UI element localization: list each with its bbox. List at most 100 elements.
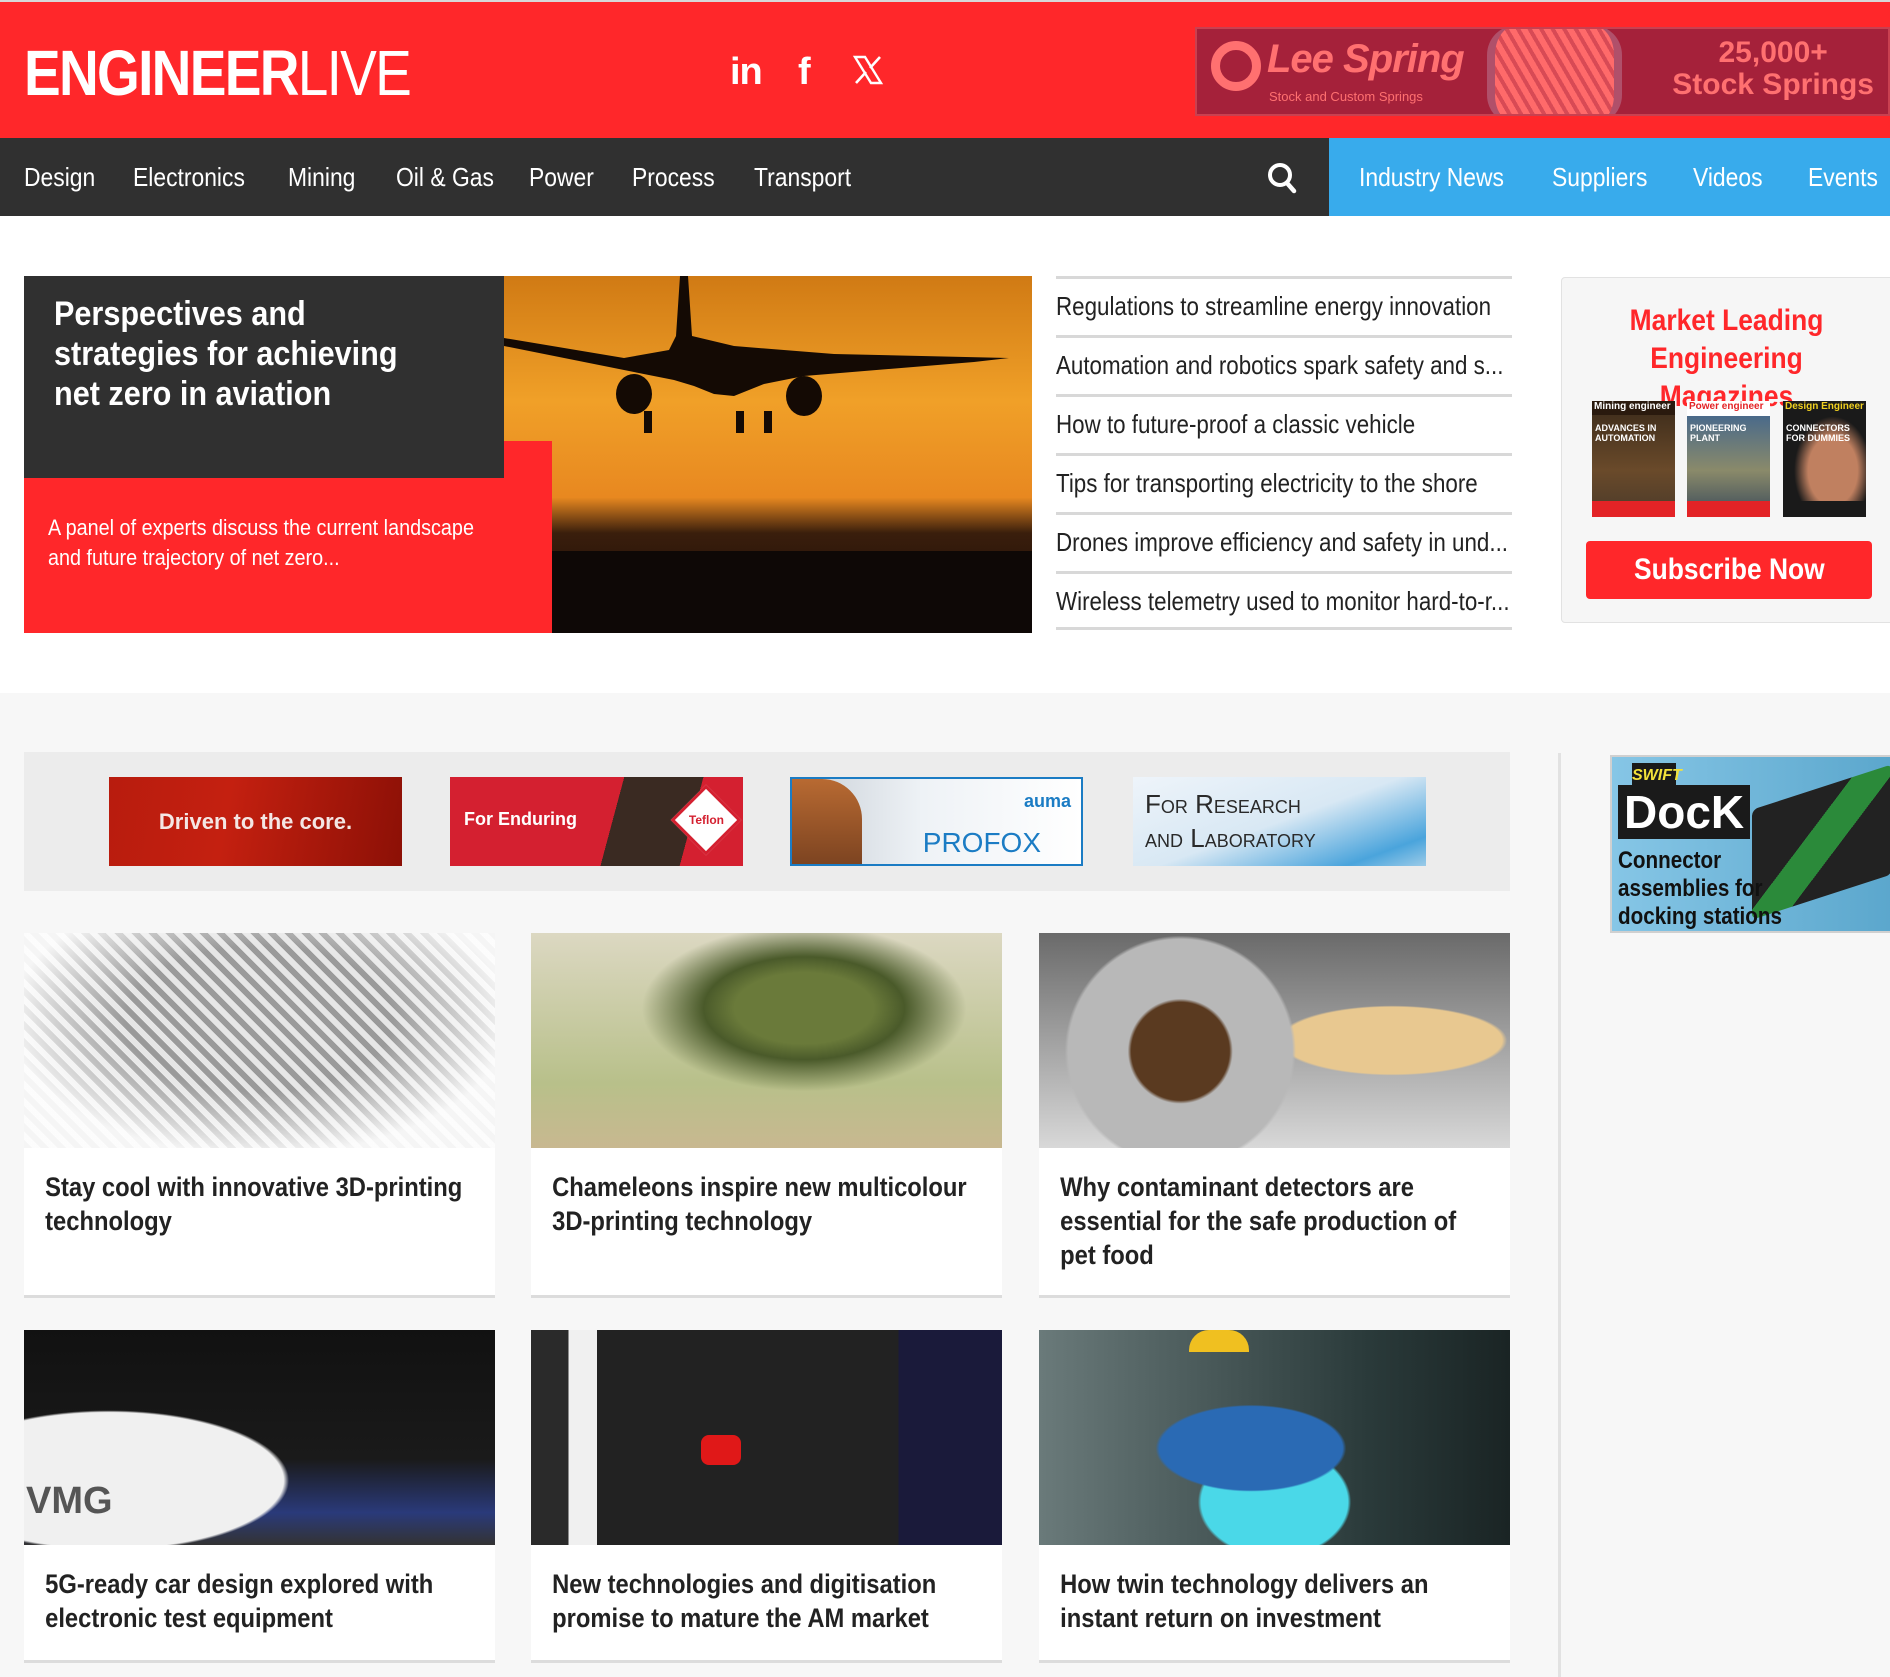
article-card[interactable]: Stay cool with innovative 3D-printing te… (24, 933, 495, 1298)
nav-suppliers[interactable]: Suppliers (1552, 138, 1647, 216)
card-image[interactable] (531, 1330, 1002, 1545)
headline-text[interactable]: How to future-proof a classic vehicle (1056, 397, 1511, 451)
card-title[interactable]: 5G-ready car design explored with electr… (24, 1545, 492, 1635)
ad-count: 25,000+ Stock Springs (1672, 37, 1874, 101)
x-icon[interactable] (852, 54, 884, 94)
ad-count-line2: Stock Springs (1672, 68, 1874, 101)
cover-footer (1592, 501, 1675, 517)
cover-footer (1687, 501, 1770, 517)
nav-power[interactable]: Power (529, 138, 594, 216)
header-advertisement[interactable]: Lee Spring Stock and Custom Springs 25,0… (1195, 27, 1890, 116)
main-nav: Design Electronics Mining Oil & Gas Powe… (0, 138, 1890, 216)
headline-item[interactable]: Regulations to streamline energy innovat… (1056, 276, 1512, 335)
headline-text[interactable]: Drones improve efficiency and safety in … (1056, 515, 1511, 569)
ad-teflon-text: For Enduring (464, 809, 577, 829)
article-card[interactable]: VMG 5G-ready car design explored with el… (24, 1330, 495, 1663)
cover-headline: CONNECTORS FOR DUMMIES (1786, 423, 1850, 443)
nav-design[interactable]: Design (24, 138, 95, 216)
headline-item[interactable]: How to future-proof a classic vehicle (1056, 394, 1512, 453)
logo-light-text: LIVE (297, 37, 412, 109)
card-title[interactable]: New technologies and digitisation promis… (531, 1545, 999, 1635)
headline-text[interactable]: Tips for transporting electricity to the… (1056, 456, 1511, 510)
cover-headline: PIONEERING PLANT (1690, 423, 1747, 443)
ad-desc-line: docking stations (1618, 903, 1782, 930)
nav-industry-news[interactable]: Industry News (1359, 138, 1504, 216)
hero-summary: A panel of experts discuss the current l… (48, 515, 474, 570)
ad-driven-to-the-core[interactable]: Driven to the core. (109, 777, 402, 866)
card-title[interactable]: Chameleons inspire new multicolour 3D-pr… (531, 1148, 999, 1238)
headline-text[interactable]: Automation and robotics spark safety and… (1056, 338, 1511, 392)
cover-masthead: Power engineer (1687, 401, 1770, 415)
hero-title[interactable]: Perspectives and strategies for achievin… (54, 294, 441, 414)
ad-dock-label: DocK (1618, 785, 1751, 839)
card-image-text: VMG (26, 1480, 113, 1522)
ad-research-line1: For Research (1145, 789, 1301, 819)
linkedin-icon[interactable]: in (730, 52, 763, 92)
springs-image (1487, 29, 1622, 114)
site-logo[interactable]: ENGINEERLIVE (24, 37, 412, 109)
headline-item[interactable]: Automation and robotics spark safety and… (1056, 335, 1512, 394)
magazine-cover-design[interactable]: Design Engineer CONNECTORS FOR DUMMIES (1783, 401, 1866, 517)
hero-title-box[interactable]: Perspectives and strategies for achievin… (24, 276, 504, 478)
article-card[interactable]: Why contaminant detectors are essential … (1039, 933, 1510, 1298)
lee-spring-logo-icon (1211, 41, 1261, 91)
cover-masthead: Design Engineer (1783, 401, 1866, 415)
nav-process[interactable]: Process (632, 138, 715, 216)
airplane-silhouette (504, 276, 1032, 633)
nav-electronics[interactable]: Electronics (133, 138, 245, 216)
headline-item[interactable]: Tips for transporting electricity to the… (1056, 453, 1512, 512)
headline-text[interactable]: Wireless telemetry used to monitor hard-… (1056, 574, 1511, 627)
ad-teflon-badge: Teflon (688, 813, 724, 827)
headline-item[interactable]: Drones improve efficiency and safety in … (1056, 512, 1512, 571)
sponsor-ad-strip: Driven to the core. For Enduring Teflon … (24, 752, 1510, 891)
ad-research-line2: and Laboratory (1145, 823, 1316, 853)
nav-events[interactable]: Events (1808, 138, 1878, 216)
ad-auma-profox[interactable]: auma PROFOX (790, 777, 1083, 866)
sidebar-divider (1558, 753, 1561, 1677)
article-card[interactable]: New technologies and digitisation promis… (531, 1330, 1002, 1663)
ad-brand: Lee Spring (1267, 37, 1465, 81)
cover-masthead: Mining engineer (1592, 401, 1675, 415)
ad-desc-line: Connector (1618, 847, 1722, 874)
ad-research-laboratory[interactable]: For Research and Laboratory (1133, 777, 1426, 866)
magazine-subscribe-box: Market Leading Engineering Magazines Min… (1561, 277, 1890, 623)
cover-footer (1783, 501, 1866, 517)
article-card[interactable]: How twin technology delivers an instant … (1039, 1330, 1510, 1663)
ad-swift-dock[interactable]: SWIFT DocK Connector assemblies for dock… (1610, 755, 1890, 933)
nav-transport[interactable]: Transport (754, 138, 851, 216)
card-image[interactable] (1039, 933, 1510, 1148)
card-image[interactable] (1039, 1330, 1510, 1545)
nav-mining[interactable]: Mining (288, 138, 355, 216)
ad-tagline: Stock and Custom Springs (1269, 89, 1423, 104)
ad-auma-product: PROFOX (922, 827, 1041, 858)
card-image[interactable]: VMG (24, 1330, 495, 1545)
ad-auma-brand: auma (1023, 791, 1071, 811)
ad-swift-description: Connector assemblies for docking station… (1618, 847, 1782, 931)
card-title[interactable]: Stay cool with innovative 3D-printing te… (24, 1148, 492, 1238)
subscribe-button[interactable]: Subscribe Now (1586, 541, 1872, 599)
headline-text[interactable]: Regulations to streamline energy innovat… (1056, 279, 1511, 333)
card-title[interactable]: Why contaminant detectors are essential … (1039, 1148, 1507, 1272)
secondary-nav: Industry News Suppliers Videos Events (1329, 138, 1890, 216)
nav-oil-gas[interactable]: Oil & Gas (396, 138, 494, 216)
facebook-icon[interactable]: f (798, 52, 811, 92)
cover-headline: ADVANCES IN AUTOMATION (1595, 423, 1657, 443)
headline-list: Regulations to streamline energy innovat… (1056, 276, 1512, 630)
search-icon[interactable] (1262, 158, 1302, 198)
card-image[interactable] (24, 933, 495, 1148)
magazine-cover-mining[interactable]: Mining engineer ADVANCES IN AUTOMATION (1592, 401, 1675, 517)
fox-image (792, 779, 862, 864)
article-card[interactable]: Chameleons inspire new multicolour 3D-pr… (531, 933, 1002, 1298)
magazine-title: Market Leading Engineering Magazines (1582, 302, 1872, 416)
nav-videos[interactable]: Videos (1693, 138, 1763, 216)
hero-image[interactable] (504, 276, 1032, 633)
subscribe-label: Subscribe Now (1633, 553, 1825, 586)
ad-teflon[interactable]: For Enduring Teflon (450, 777, 743, 866)
headline-item[interactable]: Wireless telemetry used to monitor hard-… (1056, 571, 1512, 630)
magazine-cover-power[interactable]: Power engineer PIONEERING PLANT (1687, 401, 1770, 517)
magazine-title-line1: Market Leading (1629, 304, 1824, 337)
site-header: ENGINEERLIVE in f Lee Spring Stock and C… (0, 0, 1890, 138)
card-title[interactable]: How twin technology delivers an instant … (1039, 1545, 1507, 1635)
card-image[interactable] (531, 933, 1002, 1148)
logo-bold-text: ENGINEER (24, 37, 299, 109)
